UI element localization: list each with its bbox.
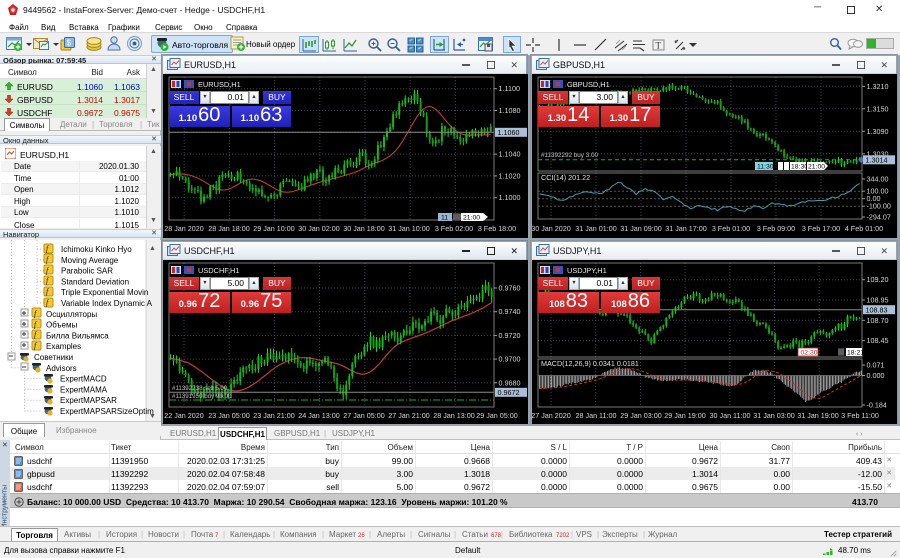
svg-text:02:30: 02:30 [801,350,818,357]
svg-text:3 Feb 18:00: 3 Feb 18:00 [478,224,516,233]
svg-text:31 Jan 09:00: 31 Jan 09:00 [620,224,662,233]
svg-text:3 Feb 01:00: 3 Feb 01:00 [712,224,750,233]
svg-text:1.3090: 1.3090 [867,127,889,136]
svg-text:31 Jan 10:00: 31 Jan 10:00 [388,224,430,233]
svg-text:3 Feb 11:00: 3 Feb 11:00 [841,411,879,420]
svg-text:0.9680: 0.9680 [499,378,521,387]
svg-text:108.95: 108.95 [867,296,889,305]
svg-text:18:30: 18:30 [791,164,808,171]
svg-text:108.70: 108.70 [867,316,889,325]
svg-text:0.000: 0.000 [867,371,885,380]
svg-text:-294.07: -294.07 [867,213,891,222]
svg-text:Осцилляторы: Осцилляторы [46,310,97,319]
svg-text:21:00: 21:00 [808,164,825,171]
svg-text:-0.184: -0.184 [867,401,887,410]
svg-text:27 Jan 21:00: 27 Jan 21:00 [388,411,430,420]
svg-text:344.00: 344.00 [867,175,889,184]
svg-text:#11392238 sell 5.00: #11392238 sell 5.00 [172,385,228,392]
svg-text:#11392292 buy 3.00: #11392292 buy 3.00 [541,152,598,159]
svg-text:28 Jan 11:00: 28 Jan 11:00 [575,411,616,420]
svg-text:29 Jan 10:00: 29 Jan 10:00 [253,224,295,233]
svg-text:30 Jan 18:00: 30 Jan 18:00 [343,224,385,233]
svg-text:24 Jan 13:00: 24 Jan 13:00 [298,411,340,420]
svg-text:3 Feb 09:00: 3 Feb 09:00 [757,224,795,233]
svg-text:1.1100: 1.1100 [499,84,520,93]
svg-text:3 Feb 02:00: 3 Feb 02:00 [435,224,473,233]
svg-text:1.1020: 1.1020 [499,171,521,180]
svg-text:▲: ▲ [149,245,156,252]
svg-text:0.9672: 0.9672 [498,388,520,397]
svg-text:23 Jan 21:00: 23 Jan 21:00 [253,411,295,420]
svg-text:USDJPY,H1: USDJPY,H1 [567,266,607,275]
svg-text:22 Jan 2020: 22 Jan 2020 [164,411,204,420]
svg-text:ExpertMACD: ExpertMACD [60,375,107,384]
svg-text:1.1080: 1.1080 [499,106,521,115]
svg-text:21:00: 21:00 [463,215,480,222]
svg-text:Standard Deviation: Standard Deviation [61,277,129,286]
svg-text:Ichimoku Kinko Hyo: Ichimoku Kinko Hyo [61,245,132,254]
svg-text:18:21:: 18:21: [847,350,866,357]
svg-text:31 Jan 19:00: 31 Jan 19:00 [797,411,839,420]
svg-text:T: T [656,41,662,51]
svg-text:27 Jan 05:00: 27 Jan 05:00 [343,411,385,420]
svg-text:#11391950 buy 99.00: #11391950 buy 99.00 [172,393,232,400]
svg-text:0.9700: 0.9700 [499,355,521,364]
svg-text:30 Jan 2020: 30 Jan 2020 [532,224,571,233]
svg-text:1.3150: 1.3150 [867,104,889,113]
svg-text:31 Jan 01:00: 31 Jan 01:00 [575,224,617,233]
svg-text:108.45: 108.45 [867,336,889,345]
svg-text:-100.00: -100.00 [867,202,891,211]
svg-text:$: $ [67,39,72,48]
svg-text:Parabolic SAR: Parabolic SAR [61,267,113,276]
svg-text:11:30: 11:30 [757,164,774,171]
svg-text:29 Jan 19:00: 29 Jan 19:00 [664,411,706,420]
svg-text:Triple Exponential Movin: Triple Exponential Movin [61,288,148,297]
svg-text:3 Feb 17:00: 3 Feb 17:00 [802,224,840,233]
svg-text:Объемы: Объемы [46,321,77,330]
svg-text:109.20: 109.20 [867,275,889,284]
svg-text:11: 11 [441,215,448,222]
svg-text:Билла Вильямса: Билла Вильямса [46,331,109,340]
svg-text:Moving Average: Moving Average [61,256,119,265]
svg-text:1.3210: 1.3210 [867,82,889,91]
svg-text:30 Jan 11:00: 30 Jan 11:00 [709,411,750,420]
svg-text:Советники: Советники [34,353,73,362]
svg-text:Variable Index Dynamic A: Variable Index Dynamic A [61,299,153,308]
svg-text:MACD(12,26,9) 0.0341 0.0181: MACD(12,26,9) 0.0341 0.0181 [541,359,639,368]
svg-text:Examples: Examples [46,342,81,351]
svg-text:1.1000: 1.1000 [499,193,521,202]
svg-text:0.9760: 0.9760 [499,284,521,293]
svg-text:28 Jan 13:00: 28 Jan 13:00 [433,411,475,420]
svg-text:GBPUSD,H1: GBPUSD,H1 [567,80,610,89]
svg-text:108.83: 108.83 [866,306,888,315]
svg-text:31 Jan 03:00: 31 Jan 03:00 [753,411,795,420]
svg-text:ExpertMAPSAR: ExpertMAPSAR [60,396,117,405]
svg-text:ExpertMAPSARSizeOptim: ExpertMAPSARSizeOptim [60,407,154,416]
svg-text:1.1040: 1.1040 [499,150,521,159]
svg-text:28 Jan 18:00: 28 Jan 18:00 [208,224,250,233]
svg-text:0.9720: 0.9720 [499,331,521,340]
svg-text:29 Jan 03:00: 29 Jan 03:00 [620,411,662,420]
svg-text:USDCHF,H1: USDCHF,H1 [198,266,239,275]
svg-text:1.1060: 1.1060 [498,128,520,137]
svg-text:28 Jan 2020: 28 Jan 2020 [164,224,204,233]
svg-text:4 Feb 01:00: 4 Feb 01:00 [845,224,883,233]
svg-text:0.071: 0.071 [867,361,885,370]
svg-text:31 Jan 17:00: 31 Jan 17:00 [665,224,707,233]
svg-text:27 Jan 2020: 27 Jan 2020 [532,411,571,420]
svg-text:CCI(14) 201.22: CCI(14) 201.22 [541,173,590,182]
svg-text:EURUSD,H1: EURUSD,H1 [198,80,241,89]
svg-text:23 Jan 05:00: 23 Jan 05:00 [208,411,250,420]
svg-text:30 Jan 02:00: 30 Jan 02:00 [298,224,340,233]
svg-text:Advisors: Advisors [46,364,77,373]
svg-text:ExpertMAMA: ExpertMAMA [60,385,108,394]
svg-text:0.9740: 0.9740 [499,307,521,316]
svg-text:1.3014: 1.3014 [866,156,888,165]
svg-text:29 Jan 05:00: 29 Jan 05:00 [476,411,518,420]
